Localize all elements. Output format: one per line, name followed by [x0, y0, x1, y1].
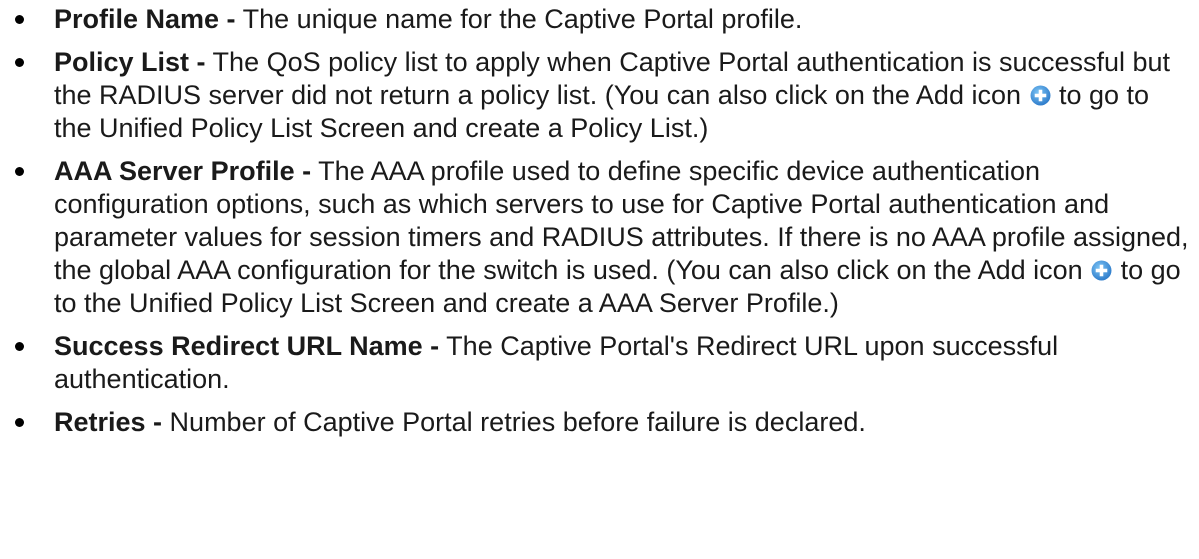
- add-icon: [1091, 260, 1112, 281]
- field-description-list: Profile Name - The unique name for the C…: [0, 3, 1199, 439]
- term-label: Success Redirect URL Name -: [54, 331, 440, 361]
- list-item-profile-name: Profile Name - The unique name for the C…: [0, 3, 1199, 36]
- bullet-icon: [15, 342, 24, 351]
- term-label: Profile Name -: [54, 4, 236, 34]
- bullet-icon: [15, 418, 24, 427]
- term-label: Policy List -: [54, 47, 206, 77]
- list-item-success-redirect-url-name: Success Redirect URL Name - The Captive …: [0, 330, 1199, 396]
- bullet-icon: [15, 167, 24, 176]
- bullet-icon: [15, 58, 24, 67]
- bullet-icon: [15, 15, 24, 24]
- document-body: Profile Name - The unique name for the C…: [0, 0, 1199, 439]
- list-item-retries: Retries - Number of Captive Portal retri…: [0, 406, 1199, 439]
- list-item-policy-list: Policy List - The QoS policy list to app…: [0, 46, 1199, 145]
- term-label: AAA Server Profile -: [54, 156, 312, 186]
- term-label: Retries -: [54, 407, 163, 437]
- add-icon: [1030, 85, 1051, 106]
- term-description: The unique name for the Captive Portal p…: [235, 4, 803, 34]
- term-description: Number of Captive Portal retries before …: [162, 407, 866, 437]
- list-item-aaa-server-profile: AAA Server Profile - The AAA profile use…: [0, 155, 1199, 320]
- term-description: The QoS policy list to apply when Captiv…: [54, 47, 1171, 110]
